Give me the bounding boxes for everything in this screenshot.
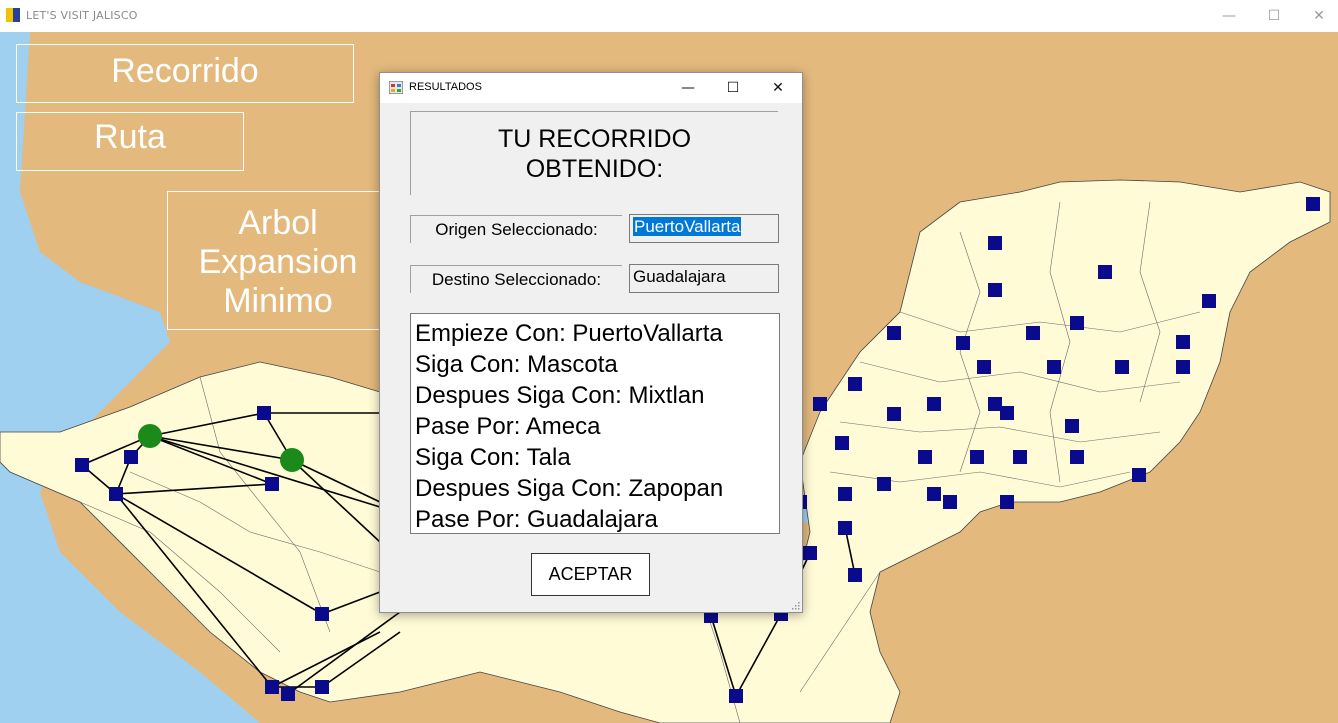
form-icon <box>389 81 403 94</box>
dialog-close-button[interactable]: ✕ <box>756 73 800 103</box>
dialog-title: RESULTADOS <box>409 81 482 93</box>
route-step: Pase Por: Guadalajara <box>415 506 658 533</box>
heading-line2: OBTENIDO: <box>525 154 664 183</box>
minimize-button[interactable]: — <box>1206 0 1252 32</box>
arbol-expansion-minimo-button[interactable]: Arbol Expansion Minimo <box>167 191 389 330</box>
dialog-titlebar: RESULTADOS — ☐ ✕ <box>380 73 802 103</box>
route-step: Despues Siga Con: Mixtlan <box>415 382 705 409</box>
route-step: Siga Con: Mascota <box>415 351 618 378</box>
route-results-textbox[interactable]: Empieze Con: PuertoVallarta Siga Con: Ma… <box>410 313 780 534</box>
origin-label: Origen Seleccionado: <box>410 215 622 243</box>
recorrido-label: Recorrido <box>111 52 259 90</box>
recorrido-button[interactable]: Recorrido <box>16 44 354 103</box>
results-dialog: RESULTADOS — ☐ ✕ TU RECORRIDO OBTENIDO: … <box>379 72 803 613</box>
ruta-label: Ruta <box>94 118 166 156</box>
route-step: Despues Siga Con: Zapopan <box>415 475 724 502</box>
resize-grip-icon[interactable] <box>790 600 800 610</box>
route-step: Empieze Con: PuertoVallarta <box>415 320 723 347</box>
arbol-label-line2: Expansion <box>198 243 358 281</box>
ruta-button[interactable]: Ruta <box>16 112 244 171</box>
maximize-button[interactable]: ☐ <box>1251 0 1297 32</box>
destination-label: Destino Seleccionado: <box>410 265 622 293</box>
window-titlebar: LET'S VISIT JALISCO — ☐ ✕ <box>0 0 1338 32</box>
window-title: LET'S VISIT JALISCO <box>26 9 138 22</box>
destination-field[interactable]: Guadalajara <box>629 264 779 293</box>
dialog-maximize-button[interactable]: ☐ <box>711 73 755 103</box>
route-step: Pase Por: Ameca <box>415 413 601 440</box>
origin-field[interactable]: PuertoVallarta <box>629 214 779 243</box>
app-icon <box>6 8 20 22</box>
close-button[interactable]: ✕ <box>1296 0 1338 32</box>
arbol-label-line1: Arbol <box>238 204 318 242</box>
route-step: Siga Con: Tala <box>415 444 571 471</box>
results-heading: TU RECORRIDO OBTENIDO: <box>410 111 778 195</box>
accept-button[interactable]: ACEPTAR <box>531 553 650 596</box>
dialog-minimize-button[interactable]: — <box>666 73 710 103</box>
arbol-label-line3: Minimo <box>223 282 333 320</box>
destination-value: Guadalajara <box>633 267 726 286</box>
heading-line1: TU RECORRIDO <box>497 124 692 153</box>
origin-value: PuertoVallarta <box>633 217 742 236</box>
